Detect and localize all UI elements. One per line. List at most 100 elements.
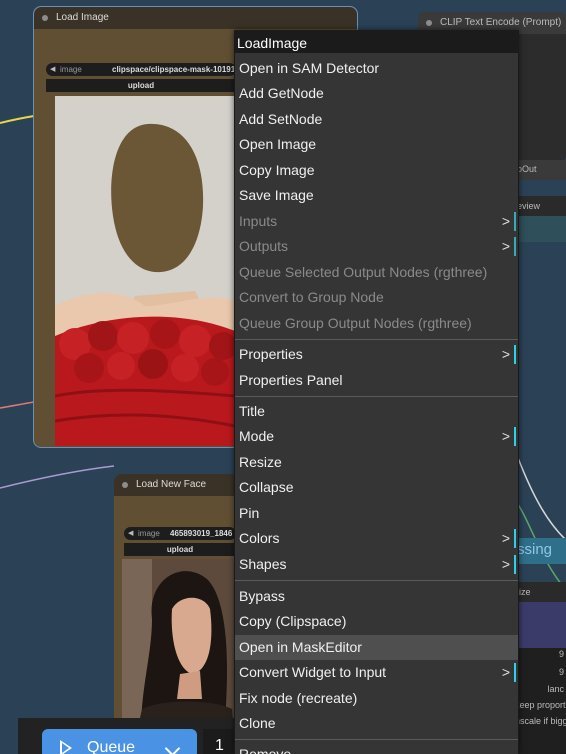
menu-item-add-getnode[interactable]: Add GetNode	[235, 81, 518, 106]
submenu-arrow-icon: >	[501, 428, 510, 444]
partial-resize-node[interactable]: ize	[515, 582, 566, 602]
menu-title: LoadImage	[235, 30, 518, 53]
collapse-dot-icon[interactable]	[42, 15, 48, 21]
menu-item-label: Properties Panel	[239, 372, 343, 388]
widget-label: image	[138, 529, 160, 538]
widget-value[interactable]: lanc	[547, 684, 564, 694]
node-graph-canvas[interactable]: CLIP Text Encode (Prompt) oOut eview ssi…	[0, 0, 566, 754]
partial-output-node[interactable]: oOut	[515, 160, 566, 180]
menu-item-label: Queue Group Output Nodes (rgthree)	[239, 315, 472, 331]
widget-value[interactable]: nscale if bigg	[515, 716, 566, 726]
menu-item-title[interactable]: Title	[235, 399, 518, 424]
menu-item-label: Add GetNode	[239, 85, 324, 101]
menu-item-queue-group-output-nodes[interactable]: Queue Group Output Nodes (rgthree)	[235, 311, 518, 336]
menu-item-queue-selected-output-nodes[interactable]: Queue Selected Output Nodes (rgthree)	[235, 260, 518, 285]
menu-item-label: Shapes	[239, 556, 287, 572]
menu-item-properties[interactable]: Properties >	[235, 342, 518, 367]
upload-button[interactable]: upload	[124, 543, 236, 556]
menu-item-resize[interactable]: Resize	[235, 450, 518, 475]
arrow-left-icon[interactable]: ◀	[50, 63, 55, 76]
menu-separator	[235, 580, 518, 581]
menu-item-clone[interactable]: Clone	[235, 711, 518, 736]
submenu-arrow-icon: >	[501, 238, 510, 254]
submenu-indicator	[514, 345, 516, 364]
menu-item-open-in-maskeditor[interactable]: Open in MaskEditor	[235, 635, 518, 660]
menu-item-shapes[interactable]: Shapes >	[235, 552, 518, 577]
menu-item-open-image[interactable]: Open Image	[235, 132, 518, 157]
node-title-text: CLIP Text Encode (Prompt)	[440, 17, 562, 28]
menu-item-add-setnode[interactable]: Add SetNode	[235, 107, 518, 132]
menu-item-label: Title	[239, 403, 265, 419]
submenu-arrow-icon: >	[501, 346, 510, 362]
menu-item-convert-to-group-node[interactable]: Convert to Group Node	[235, 285, 518, 310]
partial-group[interactable]: ssing	[515, 538, 566, 564]
partial-label: ize	[519, 587, 531, 597]
menu-item-label: Copy (Clipspace)	[239, 613, 347, 629]
submenu-arrow-icon: >	[501, 530, 510, 546]
menu-item-remove[interactable]: Remove	[235, 742, 518, 754]
image-combo-widget[interactable]: ◀ image 465893019_1846	[124, 527, 236, 540]
partial-panel	[515, 216, 566, 242]
partial-label: eview	[517, 201, 541, 211]
menu-item-label: Open in SAM Detector	[239, 60, 380, 76]
menu-item-colors[interactable]: Colors >	[235, 526, 518, 551]
menu-item-inputs[interactable]: Inputs >	[235, 209, 518, 234]
menu-item-label: Convert to Group Node	[239, 289, 384, 305]
image-combo-widget[interactable]: ◀ image clipspace/clipspace-mask-1019103…	[46, 63, 236, 76]
submenu-arrow-icon: >	[501, 664, 510, 680]
partial-label: oOut	[517, 164, 537, 174]
queue-button[interactable]: Queue	[42, 729, 197, 754]
menu-item-label: Save Image	[239, 187, 314, 203]
submenu-indicator	[514, 529, 516, 548]
menu-item-copy-clipspace[interactable]: Copy (Clipspace)	[235, 609, 518, 634]
menu-item-properties-panel[interactable]: Properties Panel	[235, 368, 518, 393]
collapse-dot-icon[interactable]	[122, 482, 128, 488]
arrow-left-icon[interactable]: ◀	[128, 527, 133, 540]
submenu-indicator	[514, 212, 516, 231]
submenu-indicator	[514, 427, 516, 446]
node-title-text: Load New Face	[136, 479, 207, 490]
widget-value[interactable]: keep proporti	[515, 700, 566, 710]
menu-item-label: Mode	[239, 428, 275, 444]
node-title-text: Load Image	[56, 12, 109, 23]
menu-item-label: Resize	[239, 454, 282, 470]
menu-item-label: Outputs	[239, 238, 289, 254]
menu-item-open-in-sam-detector[interactable]: Open in SAM Detector	[235, 56, 518, 81]
menu-item-label: Add SetNode	[239, 111, 323, 127]
node-title: Load New Face	[114, 474, 239, 496]
node-context-menu[interactable]: LoadImage Open in SAM Detector Add GetNo…	[234, 30, 519, 754]
upload-button[interactable]: upload	[46, 79, 236, 92]
node-title: Load Image	[34, 7, 357, 29]
collapse-dot-icon[interactable]	[426, 20, 432, 26]
queue-label: Queue	[87, 739, 136, 754]
widget-value: 465893019_1846	[170, 529, 233, 538]
submenu-indicator	[514, 237, 516, 256]
widget-value[interactable]: 9	[559, 667, 564, 677]
menu-item-collapse[interactable]: Collapse	[235, 475, 518, 500]
menu-item-label: Bypass	[239, 588, 285, 604]
menu-item-label: Collapse	[239, 479, 294, 495]
menu-item-label: Remove	[239, 746, 292, 754]
submenu-indicator	[514, 555, 516, 574]
preview-image	[55, 96, 235, 446]
menu-item-outputs[interactable]: Outputs >	[235, 234, 518, 259]
widget-value[interactable]: 9	[559, 649, 564, 659]
menu-separator	[235, 339, 518, 340]
submenu-indicator	[514, 663, 516, 682]
partial-label: ssing	[517, 541, 553, 558]
menu-item-fix-node[interactable]: Fix node (recreate)	[235, 686, 518, 711]
menu-item-label: Open Image	[239, 136, 317, 152]
menu-item-label: Fix node (recreate)	[239, 690, 358, 706]
partial-preview-node[interactable]: eview	[515, 196, 566, 216]
menu-item-pin[interactable]: Pin	[235, 501, 518, 526]
menu-item-bypass[interactable]: Bypass	[235, 584, 518, 609]
chevron-down-icon[interactable]	[164, 740, 181, 754]
menu-item-save-image[interactable]: Save Image	[235, 183, 518, 208]
menu-item-copy-image[interactable]: Copy Image	[235, 158, 518, 183]
partial-widgets[interactable]: 9 9 lanc keep proporti nscale if bigg	[515, 648, 566, 754]
menu-item-convert-widget-to-input[interactable]: Convert Widget to Input >	[235, 660, 518, 685]
menu-item-label: Properties	[239, 346, 303, 362]
menu-item-mode[interactable]: Mode >	[235, 424, 518, 449]
menu-separator	[235, 739, 518, 740]
play-icon-inner	[62, 743, 69, 753]
